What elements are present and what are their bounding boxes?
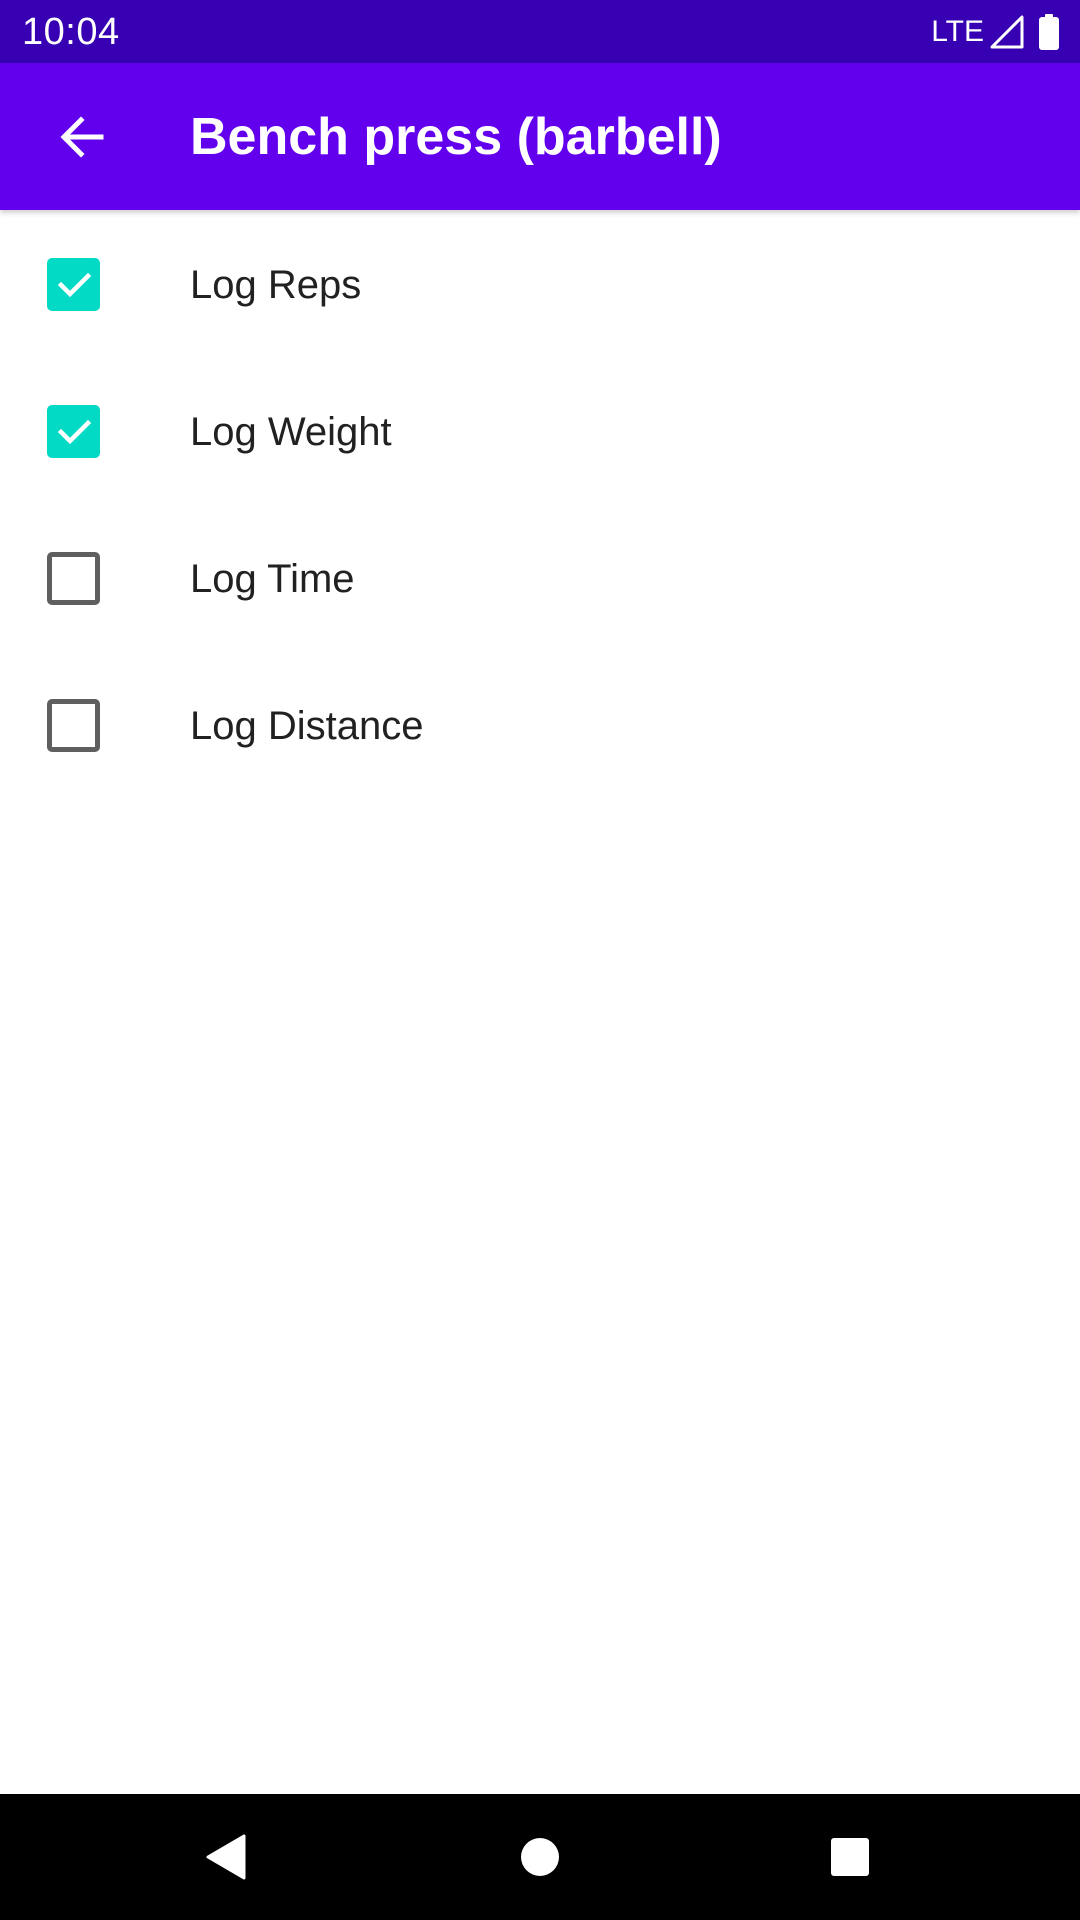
option-log-distance[interactable]: Log Distance bbox=[0, 652, 1080, 799]
option-log-weight[interactable]: Log Weight bbox=[0, 358, 1080, 505]
check-icon bbox=[57, 272, 91, 297]
option-label: Log Reps bbox=[190, 263, 362, 307]
status-bar: 10:04 LTE bbox=[0, 0, 1080, 63]
back-button[interactable] bbox=[34, 89, 130, 185]
log-reps-checkbox[interactable] bbox=[47, 258, 100, 311]
option-label: Log Weight bbox=[190, 410, 392, 454]
option-label: Log Distance bbox=[190, 704, 424, 748]
app-bar: Bench press (barbell) bbox=[0, 63, 1080, 210]
navigation-bar bbox=[0, 1794, 1080, 1920]
signal-icon bbox=[990, 15, 1024, 49]
arrow-back-icon bbox=[60, 116, 104, 158]
nav-back-button[interactable] bbox=[186, 1817, 266, 1897]
screen: 10:04 LTE Bench press (barbell) Log Reps… bbox=[0, 0, 1080, 1920]
check-icon bbox=[57, 419, 91, 444]
log-distance-checkbox[interactable] bbox=[47, 699, 100, 752]
network-type: LTE bbox=[931, 15, 984, 48]
back-triangle-icon bbox=[206, 1834, 246, 1880]
status-icons: LTE bbox=[931, 12, 1060, 52]
page-title: Bench press (barbell) bbox=[190, 108, 722, 166]
option-label: Log Time bbox=[190, 557, 355, 601]
recents-square-icon bbox=[831, 1838, 869, 1876]
nav-home-button[interactable] bbox=[500, 1817, 580, 1897]
log-time-checkbox[interactable] bbox=[47, 552, 100, 605]
nav-recents-button[interactable] bbox=[810, 1817, 890, 1897]
option-log-time[interactable]: Log Time bbox=[0, 505, 1080, 652]
log-weight-checkbox[interactable] bbox=[47, 405, 100, 458]
battery-icon bbox=[1039, 14, 1059, 50]
status-time: 10:04 bbox=[22, 11, 120, 53]
home-circle-icon bbox=[521, 1838, 559, 1876]
option-log-reps[interactable]: Log Reps bbox=[0, 211, 1080, 358]
options-list: Log Reps Log Weight Log Time Log Distanc… bbox=[0, 211, 1080, 799]
